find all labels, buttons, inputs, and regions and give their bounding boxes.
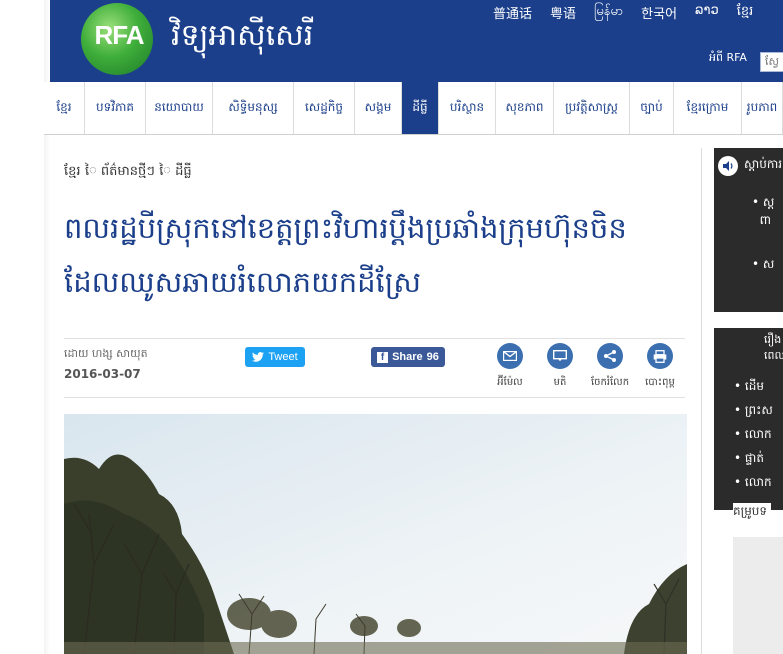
facebook-icon: f <box>377 351 389 363</box>
site-header: RFA វិទ្យុអាស៊ីសេរី 普通话 粤语 မြန်မာ 한국어 ລາ… <box>50 0 783 82</box>
ad-placeholder <box>733 537 783 654</box>
tweet-button[interactable]: Tweet <box>245 347 305 367</box>
lang-burmese[interactable]: မြန်မာ <box>594 3 623 21</box>
listen-panel: ស្ដាប់ការ • ស្ត ពា • ស <box>714 148 783 312</box>
related-news-panel: រឿង ពេល • ដើម • ព្រះស • លោក • ផ្ទាត់ • ល… <box>714 328 783 510</box>
listen-list: • ស្ត ពា • ស <box>752 194 774 300</box>
breadcrumb[interactable]: ខ្មែរ ៃ ព័ត៌មានថ្មីៗ ៃ ដីធ្លី <box>64 163 192 182</box>
comment-icon <box>547 343 573 369</box>
nav-item-society[interactable]: សង្គម <box>355 82 402 134</box>
lang-lao[interactable]: ລາວ <box>695 3 719 21</box>
nav-item-analysis[interactable]: បទវិភាគ <box>85 82 146 134</box>
nav-item-history[interactable]: ប្រវត្តិសាស្ត្រ <box>554 82 630 134</box>
share-bar: ដោយ ហង្ស សាយុត 2016-03-07 Tweet f Share … <box>64 338 685 398</box>
share-label: ចែករំលែក <box>590 377 630 388</box>
facebook-share-count: 96 <box>426 351 439 363</box>
column-divider <box>701 148 702 654</box>
nav-item-politics[interactable]: នយោបាយ <box>146 82 213 134</box>
lang-korean[interactable]: 한국어 <box>641 3 677 22</box>
related-news-list: • ដើម • ព្រះស • លោក • ផ្ទាត់ • លោក <box>734 378 773 498</box>
list-item[interactable]: • ផ្ទាត់ <box>734 450 773 474</box>
list-item[interactable]: • ព្រះស <box>734 402 773 426</box>
share-icon <box>597 343 623 369</box>
about-rfa-link[interactable]: អំពី RFA <box>709 51 747 67</box>
list-item[interactable]: • លោក <box>734 426 773 450</box>
nav-item-land[interactable]: ដីធ្លី <box>402 82 439 134</box>
facebook-share-label: Share <box>392 351 423 363</box>
lang-cantonese[interactable]: 粤语 <box>550 3 576 22</box>
print-tool[interactable]: បោះពុម្ព <box>635 343 685 390</box>
article-headline: ពលរដ្ឋបីស្រុកនៅខេត្តព្រះវិហារប្ដឹងប្រឆាំ… <box>64 211 627 299</box>
site-title[interactable]: វិទ្យុអាស៊ីសេរី <box>171 16 313 60</box>
tweet-label: Tweet <box>268 351 298 363</box>
listen-item[interactable]: • ស្ត ពា <box>752 194 774 230</box>
related-news-header: រឿង ពេល <box>764 333 783 362</box>
nav-item-human-rights[interactable]: សិទ្ធិមនុស្ស <box>213 82 294 134</box>
facebook-share-button[interactable]: f Share 96 <box>371 347 445 367</box>
rfa-logo-text: RFA <box>94 20 145 50</box>
nav-item-law[interactable]: ច្បាប់ <box>630 82 674 134</box>
nav-item-environment[interactable]: បរិស្ថាន <box>439 82 496 134</box>
listen-item[interactable]: • ស <box>752 256 774 274</box>
email-label: អ៊ីម៉ែល <box>497 377 523 388</box>
article-photo <box>64 414 687 654</box>
list-item[interactable]: • លោក <box>734 474 773 498</box>
byline: ដោយ ហង្ស សាយុត <box>64 347 148 360</box>
language-switcher: 普通话 粤语 မြန်မာ 한국어 ລາວ ខ្មែរ <box>493 3 771 22</box>
nav-item-economy[interactable]: សេដ្ឋកិច្ច <box>294 82 355 134</box>
speaker-icon[interactable] <box>718 156 738 176</box>
search-input[interactable]: ស្វែ <box>760 52 783 72</box>
share-tool[interactable]: ចែករំលែក <box>585 343 635 390</box>
nav-item-khmer-krom[interactable]: ខ្មែរក្រោម <box>674 82 742 134</box>
comment-tool[interactable]: មតិ <box>535 343 585 390</box>
comment-label: មតិ <box>553 377 567 388</box>
nav-item-photos[interactable]: រូបភាព <box>742 82 783 134</box>
lang-khmer[interactable]: ខ្មែរ <box>737 3 754 21</box>
forest-landscape-image <box>64 414 687 654</box>
print-label: បោះពុម្ព <box>645 377 675 388</box>
publish-date: 2016-03-07 <box>64 367 141 381</box>
lang-mandarin[interactable]: 普通话 <box>493 3 532 22</box>
twitter-bird-icon <box>252 352 265 362</box>
main-nav: ខ្មែរ បទវិភាគ នយោបាយ សិទ្ធិមនុស្ស សេដ្ឋក… <box>44 82 783 135</box>
list-item[interactable]: • ដើម <box>734 378 773 402</box>
email-icon <box>497 343 523 369</box>
nav-item-khmer[interactable]: ខ្មែរ <box>44 82 85 134</box>
listen-title: ស្ដាប់ការ <box>744 157 783 171</box>
email-tool[interactable]: អ៊ីម៉ែល <box>485 343 535 390</box>
nav-item-health[interactable]: សុខភាព <box>496 82 554 134</box>
more-programs-label: គម្រូបទ <box>733 503 772 521</box>
print-icon <box>647 343 673 369</box>
